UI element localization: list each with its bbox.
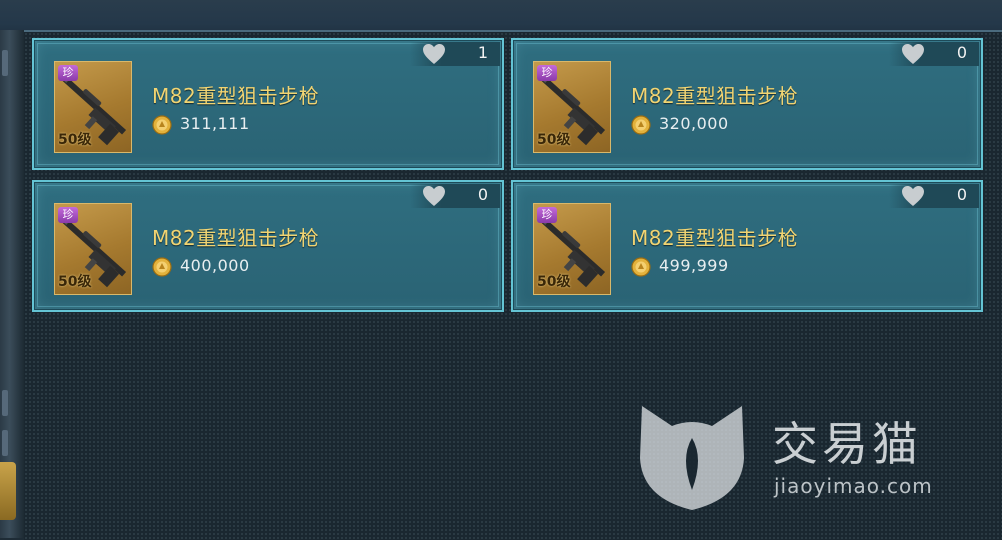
- weapon-thumbnail: 珍 50级: [533, 203, 611, 295]
- gold-coin-icon: [152, 257, 172, 277]
- weapon-thumbnail: 珍 50级: [54, 61, 132, 153]
- gold-coin-icon: [631, 257, 651, 277]
- item-name: M82重型狙击步枪: [152, 226, 320, 250]
- heart-icon: [423, 186, 445, 206]
- level-label: 50级: [58, 132, 92, 148]
- like-button[interactable]: 0: [889, 184, 979, 208]
- gold-coin-icon: [152, 115, 172, 135]
- watermark-brand: 交易猫: [772, 417, 922, 471]
- weapon-thumbnail: 珍 50级: [54, 203, 132, 295]
- like-button[interactable]: 1: [410, 42, 500, 66]
- heart-icon: [423, 44, 445, 64]
- heart-icon: [902, 44, 924, 64]
- rarity-badge: 珍: [537, 207, 557, 223]
- price-value: 320,000: [659, 114, 729, 133]
- listing-card[interactable]: 珍 50级 M82重型狙击步枪 320,000 0: [511, 38, 983, 170]
- listing-card[interactable]: 珍 50级 M82重型狙击步枪 311,111 1: [32, 38, 504, 170]
- watermark-domain: jiaoyimao.com: [774, 474, 933, 498]
- price-value: 400,000: [180, 256, 250, 275]
- item-name: M82重型狙击步枪: [631, 84, 799, 108]
- like-button[interactable]: 0: [889, 42, 979, 66]
- rarity-badge: 珍: [537, 65, 557, 81]
- side-tab[interactable]: [0, 462, 16, 520]
- listing-card[interactable]: 珍 50级 M82重型狙击步枪 499,999 0: [511, 180, 983, 312]
- price-value: 499,999: [659, 256, 729, 275]
- rarity-badge: 珍: [58, 207, 78, 223]
- like-button[interactable]: 0: [410, 184, 500, 208]
- item-name: M82重型狙击步枪: [152, 84, 320, 108]
- price-value: 311,111: [180, 114, 250, 133]
- like-count: 0: [956, 185, 967, 204]
- level-label: 50级: [58, 274, 92, 290]
- gold-coin-icon: [631, 115, 651, 135]
- like-count: 0: [956, 43, 967, 62]
- item-name: M82重型狙击步枪: [631, 226, 799, 250]
- like-count: 0: [477, 185, 488, 204]
- heart-icon: [902, 186, 924, 206]
- weapon-thumbnail: 珍 50级: [533, 61, 611, 153]
- level-label: 50级: [537, 274, 571, 290]
- rarity-badge: 珍: [58, 65, 78, 81]
- like-count: 1: [477, 43, 488, 62]
- listing-card[interactable]: 珍 50级 M82重型狙击步枪 400,000 0: [32, 180, 504, 312]
- level-label: 50级: [537, 132, 571, 148]
